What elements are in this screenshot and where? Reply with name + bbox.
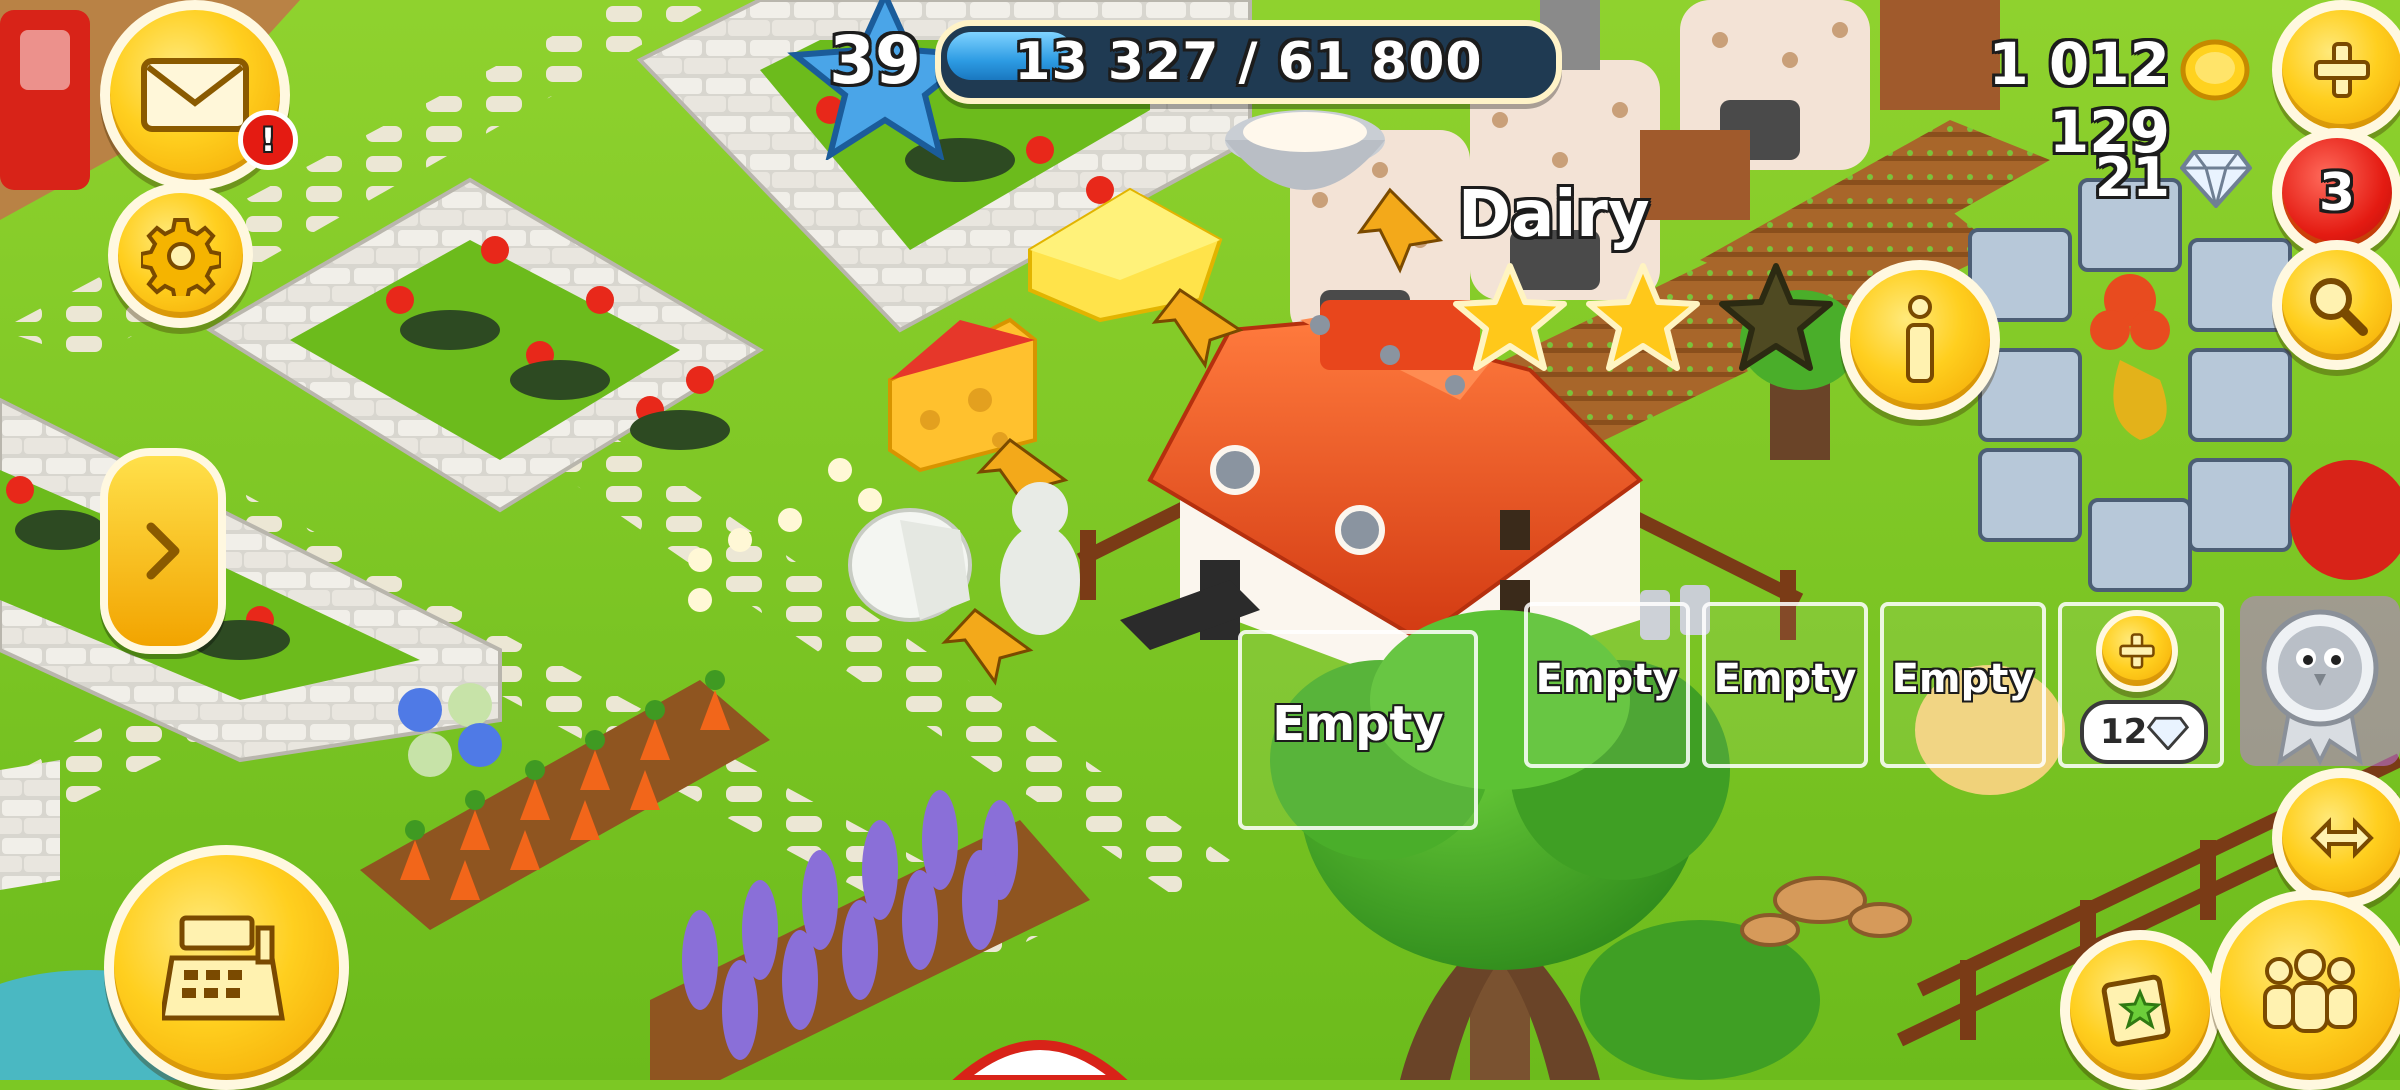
mail-alert-text: ! [260,121,276,159]
edit-mode-button[interactable] [2272,768,2400,908]
slot-cost-amount: 12 [2100,712,2148,752]
newspaper-icon [2101,974,2171,1047]
queue-slot[interactable]: Empty [1702,602,1868,768]
queue-slot[interactable]: Empty [1524,602,1690,768]
info-icon [1906,295,1934,383]
gear-icon [140,217,221,296]
production-slot-label: Empty [1272,696,1444,752]
notifications-button[interactable]: 3 [2272,128,2400,258]
cash-register-icon [161,915,285,1020]
search-button[interactable] [2272,240,2400,370]
queue-slot-label: Empty [1535,656,1679,702]
chevron-right-icon [146,522,180,580]
notification-count: 3 [2318,163,2356,223]
star-empty-icon [1719,263,1833,371]
building-stars [1450,262,1850,372]
add-slot-button[interactable] [2096,610,2178,692]
plus-icon [2119,633,2155,669]
newspaper-button[interactable] [2060,930,2220,1090]
expand-panel-button[interactable] [100,448,226,654]
mail-icon [141,58,249,132]
star-filled-icon [1586,263,1700,371]
xp-progress-text: 13 327 / 61 800 [1014,32,1483,92]
mail-alert-badge: ! [238,110,298,170]
friends-button[interactable] [2210,890,2400,1090]
diamond-icon [2146,716,2190,750]
slot-cost-badge: 12 [2080,700,2208,764]
coin-icon [2180,39,2250,101]
diamond-icon [2180,150,2252,208]
settings-button[interactable] [108,183,253,328]
queue-slot-label: Empty [1713,656,1857,702]
edit-arrows-icon [2310,817,2374,859]
shop-button[interactable] [104,845,349,1090]
star-filled-icon [1453,263,1567,371]
plus-icon [2314,42,2370,98]
production-slot[interactable]: Empty [1238,630,1478,830]
building-title: Dairy [1458,178,1650,252]
diamonds-amount: 21 [2094,146,2170,209]
friends-icon [2263,949,2357,1033]
xp-progress-bar: 13 327 / 61 800 [935,20,1562,104]
info-button[interactable] [1840,260,2000,420]
profile-badge[interactable] [2240,596,2400,766]
add-coins-button[interactable] [2272,0,2400,140]
magnifier-icon [2310,278,2368,336]
chicken-badge-icon [2261,609,2379,766]
queue-slot-label: Empty [1891,656,2035,702]
level-number: 39 [829,22,921,99]
queue-slot[interactable]: Empty [1880,602,2046,768]
